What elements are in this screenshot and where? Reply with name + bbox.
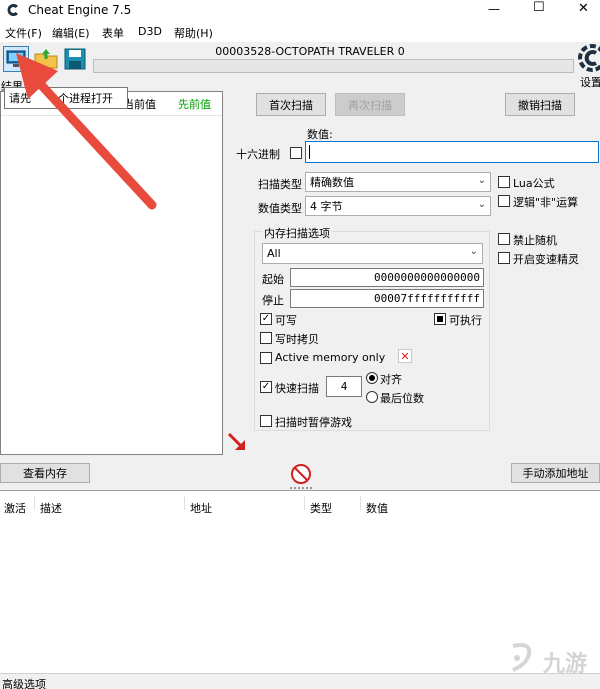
last-digits-radio[interactable]	[366, 391, 378, 403]
undo-scan-button[interactable]: 撤销扫描	[505, 93, 575, 116]
no-random-checkbox[interactable]	[498, 233, 510, 245]
hex-checkbox[interactable]	[290, 147, 302, 159]
fast-scan-checkbox[interactable]: ✓	[260, 381, 272, 393]
first-scan-button[interactable]: 首次扫描	[256, 93, 326, 116]
header-type[interactable]: 类型	[310, 500, 332, 516]
process-name: 00003528-OCTOPATH TRAVELER 0	[215, 45, 405, 58]
watermark-logo-icon	[512, 643, 532, 672]
memory-region-select[interactable]: All ⌄	[262, 243, 483, 264]
watermark: 九游	[505, 640, 597, 680]
value-type-value: 4 字节	[310, 200, 343, 213]
fast-scan-input[interactable]: 4	[326, 376, 362, 397]
splitter-handle[interactable]	[290, 487, 312, 489]
red-diagonal-arrow-icon	[227, 432, 245, 450]
writable-label: 可写	[275, 314, 297, 327]
speedhack-checkbox[interactable]	[498, 252, 510, 264]
window-title: Cheat Engine 7.5	[28, 3, 132, 17]
lua-checkbox[interactable]	[498, 176, 510, 188]
header-previous-value[interactable]: 先前值	[178, 96, 211, 112]
align-label: 对齐	[380, 373, 402, 386]
not-label: 逻辑"非"运算	[513, 196, 579, 209]
writable-checkbox[interactable]: ✓	[260, 313, 272, 325]
copy-on-write-label: 写时拷贝	[275, 333, 319, 346]
maximize-button[interactable]: ☐	[533, 0, 545, 15]
title-bar: Cheat Engine 7.5 — ☐ ✕	[0, 0, 600, 22]
stop-icon[interactable]	[290, 463, 312, 485]
chevron-down-icon: ⌄	[477, 199, 486, 210]
pause-game-label: 扫描时暂停游戏	[275, 416, 352, 429]
menu-edit[interactable]: 编辑(E)	[52, 25, 90, 41]
no-random-label: 禁止随机	[513, 234, 557, 247]
header-value[interactable]: 数值	[366, 500, 388, 516]
start-label: 起始	[262, 273, 284, 286]
last-digits-label: 最后位数	[380, 392, 424, 405]
scan-type-select[interactable]: 精确数值 ⌄	[305, 172, 491, 192]
value-input[interactable]	[305, 141, 599, 163]
chevron-down-icon: ⌄	[477, 175, 486, 186]
header-address[interactable]: 地址	[190, 500, 212, 516]
minimize-button[interactable]: —	[488, 2, 500, 16]
start-address-input[interactable]: 0000000000000000	[290, 268, 484, 287]
align-radio[interactable]	[366, 372, 378, 384]
pause-game-checkbox[interactable]	[260, 415, 272, 427]
stop-address-input[interactable]: 00007fffffffffff	[290, 289, 484, 308]
scan-type-value: 精确数值	[310, 176, 354, 189]
col-divider	[304, 496, 305, 510]
memory-region-value: All	[267, 247, 281, 260]
scan-type-label: 扫描类型	[258, 178, 302, 191]
value-label: 数值:	[307, 128, 333, 141]
value-type-label: 数值类型	[258, 202, 302, 215]
close-button[interactable]: ✕	[578, 1, 589, 16]
lua-label: Lua公式	[513, 177, 555, 190]
col-divider	[360, 496, 361, 510]
add-address-button[interactable]: 手动添加地址	[511, 463, 600, 483]
header-active[interactable]: 激活	[4, 500, 26, 516]
copy-on-write-checkbox[interactable]	[260, 332, 272, 344]
menu-bar: 文件(F) 编辑(E) 表单 D3D 帮助(H)	[0, 22, 600, 42]
hex-label: 十六进制	[236, 148, 280, 161]
add-to-list-arrow-button[interactable]	[225, 430, 249, 454]
advanced-options-link[interactable]: 高级选项	[2, 676, 46, 689]
chevron-down-icon: ⌄	[469, 246, 478, 257]
settings-button[interactable]: 设置	[578, 44, 600, 90]
active-memory-checkbox[interactable]	[260, 352, 272, 364]
stop-label: 停止	[262, 294, 284, 307]
next-scan-button[interactable]: 再次扫描	[335, 93, 405, 116]
menu-d3d[interactable]: D3D	[138, 25, 162, 38]
text-cursor	[309, 145, 310, 159]
speedhack-label: 开启变速精灵	[513, 253, 579, 266]
active-memory-label: Active memory only	[275, 351, 386, 364]
value-type-select[interactable]: 4 字节 ⌄	[305, 196, 491, 216]
executable-label: 可执行	[449, 314, 482, 327]
menu-help[interactable]: 帮助(H)	[174, 25, 213, 41]
header-description[interactable]: 描述	[40, 500, 62, 516]
settings-label: 设置	[580, 76, 600, 89]
clear-x-icon[interactable]: ✕	[398, 349, 412, 363]
cheat-engine-logo-icon	[5, 2, 21, 18]
fast-scan-label: 快速扫描	[275, 382, 319, 395]
memory-options-title: 内存扫描选项	[262, 225, 332, 241]
executable-checkbox[interactable]	[434, 313, 446, 325]
watermark-text: 九游	[543, 652, 588, 677]
view-memory-button[interactable]: 查看内存	[0, 463, 90, 483]
cheat-engine-settings-icon	[578, 44, 600, 72]
col-divider	[184, 496, 185, 510]
menu-table[interactable]: 表单	[102, 25, 124, 41]
col-divider	[34, 496, 35, 510]
not-checkbox[interactable]	[498, 195, 510, 207]
menu-file[interactable]: 文件(F)	[5, 25, 42, 41]
red-arrow-annotation	[16, 53, 157, 210]
